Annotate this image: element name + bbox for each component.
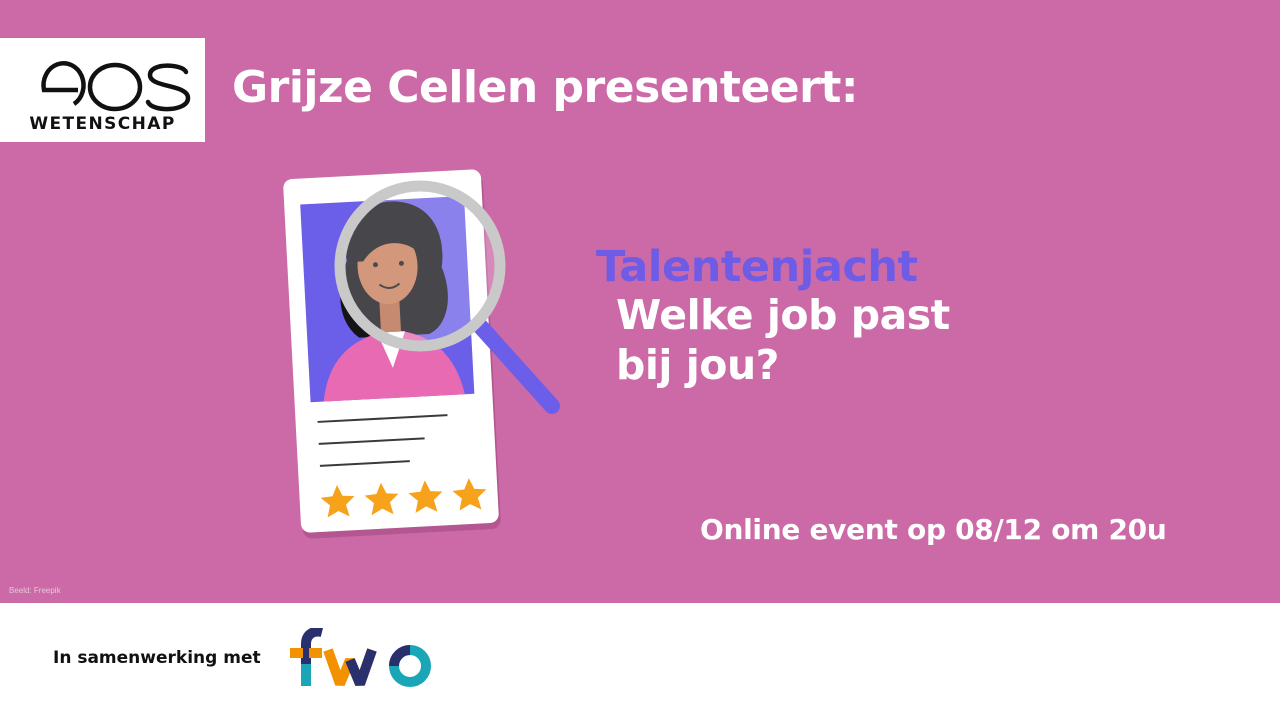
topic-title: Talentenjacht [596, 242, 918, 292]
eos-wordmark: eos [41, 61, 191, 112]
fwo-logo: fwo [290, 628, 431, 687]
event-date-text: Online event op 08/12 om 20u [700, 513, 1167, 546]
image-credit: Beeld: Freepik [9, 586, 61, 595]
topic-question: Welke job past bij jou? [616, 290, 1036, 390]
topic-question-line: bij jou? [616, 341, 779, 389]
eos-logo-subtitle: WETENSCHAP [29, 114, 176, 134]
profile-search-illustration [283, 169, 560, 539]
topic-question-line: Welke job past [616, 291, 950, 339]
partner-label: In samenwerking met [53, 648, 261, 668]
headline: Grijze Cellen presenteert: [232, 62, 858, 113]
event-banner: eos WETENSCHAP Grijze Cellen presenteert… [0, 0, 1280, 603]
eos-logo: eos WETENSCHAP [0, 38, 205, 142]
